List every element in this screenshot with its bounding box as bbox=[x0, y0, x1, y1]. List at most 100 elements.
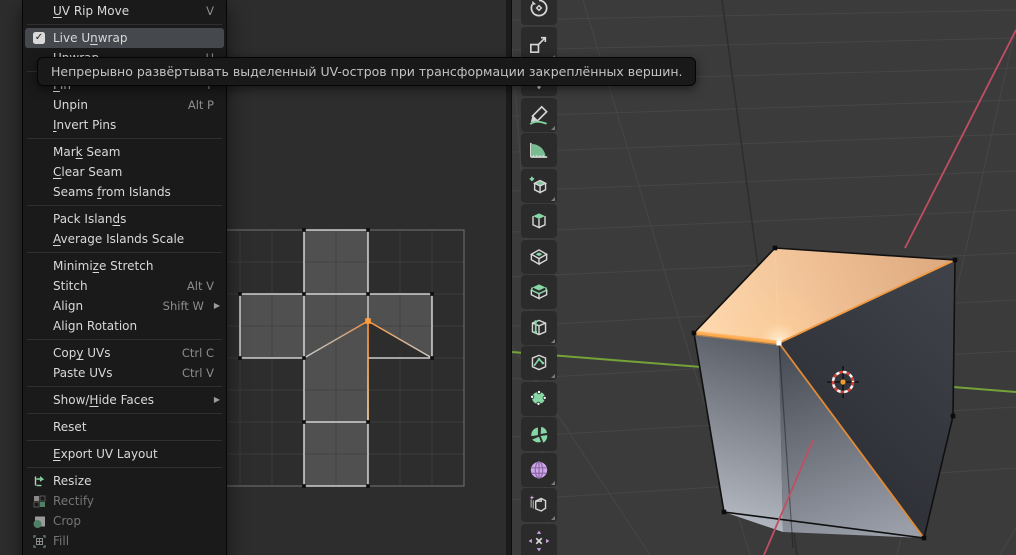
menu-item-invert-pins[interactable]: Invert Pins bbox=[25, 115, 224, 135]
blender-window: UV Rip MoveV✓Live UnwrapUnwrapUPinPUnpin… bbox=[0, 0, 1016, 555]
submenu-arrow-icon: ▶ bbox=[214, 296, 220, 316]
menu-item-label: Clear Seam bbox=[53, 162, 122, 182]
spin-icon bbox=[527, 422, 551, 446]
menu-item-label: Reset bbox=[53, 417, 87, 437]
fill-icon bbox=[32, 534, 47, 549]
tooltip-text: Непрерывно развёртывать выделенный UV-ос… bbox=[51, 64, 682, 79]
menu-item-label: Live Unwrap bbox=[53, 28, 127, 48]
inset-faces-icon bbox=[527, 245, 551, 269]
subtool-indicator bbox=[551, 126, 555, 130]
loop-cut-icon bbox=[527, 316, 551, 340]
subtool-indicator bbox=[551, 197, 555, 201]
tool-smooth-button[interactable] bbox=[521, 453, 557, 487]
menu-item-align[interactable]: AlignShift W▶ bbox=[25, 296, 224, 316]
menu-item-label: Paste UVs bbox=[53, 363, 112, 383]
add-cube-icon bbox=[527, 174, 551, 198]
menu-item-shortcut: Ctrl C bbox=[182, 343, 214, 363]
menu-item-paste-uvs[interactable]: Paste UVs Ctrl V bbox=[25, 363, 224, 383]
menu-item-label: Seams from Islands bbox=[53, 182, 171, 202]
extrude-region-icon bbox=[527, 209, 551, 233]
scale-icon bbox=[527, 32, 551, 56]
resize-icon bbox=[32, 474, 47, 489]
subtool-indicator bbox=[551, 374, 555, 378]
subtool-indicator bbox=[551, 516, 555, 520]
menu-item-label: Average Islands Scale bbox=[53, 229, 184, 249]
submenu-arrow-icon: ▶ bbox=[214, 390, 220, 410]
menu-item-item[interactable] bbox=[25, 551, 224, 555]
tool-bevel-button[interactable] bbox=[521, 275, 557, 309]
menu-item-clear-seam[interactable]: Clear Seam bbox=[25, 162, 224, 182]
menu-item-mark-seam[interactable]: Mark Seam bbox=[25, 142, 224, 162]
bevel-icon bbox=[527, 280, 551, 304]
menu-separator bbox=[27, 336, 222, 343]
crop-icon bbox=[32, 514, 47, 529]
menu-item-pack-islands[interactable]: Pack Islands bbox=[25, 209, 224, 229]
tool-inset-faces-button[interactable] bbox=[521, 240, 557, 274]
menu-item-seams-from-islands[interactable]: Seams from Islands bbox=[25, 182, 224, 202]
menu-item-copy-uvs[interactable]: Copy UVs Ctrl C bbox=[25, 343, 224, 363]
tool-loop-cut-button[interactable] bbox=[521, 311, 557, 345]
menu-item-live-unwrap[interactable]: ✓ Live Unwrap bbox=[25, 28, 224, 48]
menu-item-fill[interactable]: Fill bbox=[25, 531, 224, 551]
menu-separator bbox=[27, 202, 222, 209]
menu-item-label: Align bbox=[53, 296, 83, 316]
menu-item-export-uv-layout[interactable]: Export UV Layout bbox=[25, 444, 224, 464]
tool-spin-button[interactable] bbox=[521, 417, 557, 451]
menu-item-rectify[interactable]: Rectify bbox=[25, 491, 224, 511]
menu-item-label: Align Rotation bbox=[53, 316, 137, 336]
menu-item-label: Crop bbox=[53, 511, 81, 531]
menu-item-label: Rectify bbox=[53, 491, 94, 511]
menu-item-icon bbox=[25, 494, 53, 509]
subtool-indicator bbox=[551, 339, 555, 343]
menu-item-shortcut: Ctrl V bbox=[182, 363, 214, 383]
live-unwrap-tooltip: Непрерывно развёртывать выделенный UV-ос… bbox=[37, 57, 696, 86]
menu-item-label: Pack Islands bbox=[53, 209, 126, 229]
menu-item-resize[interactable]: Resize bbox=[25, 471, 224, 491]
menu-item-icon bbox=[25, 534, 53, 549]
cube-selected-vertex[interactable] bbox=[777, 341, 782, 346]
shrink-fatten-icon bbox=[527, 529, 551, 553]
menu-separator bbox=[27, 383, 222, 390]
menu-item-label: Unpin bbox=[53, 95, 88, 115]
menu-item-label: UV Rip Move bbox=[53, 1, 129, 21]
menu-item-shortcut: Alt V bbox=[187, 276, 214, 296]
rotate-icon bbox=[527, 0, 551, 20]
menu-item-label: Resize bbox=[53, 471, 91, 491]
edge-slide-icon bbox=[527, 493, 551, 517]
tool-scale-button[interactable] bbox=[521, 27, 557, 61]
menu-item-label: Copy UVs bbox=[53, 343, 111, 363]
menu-separator bbox=[27, 437, 222, 444]
measure-icon bbox=[527, 138, 551, 162]
tool-rotate-button[interactable] bbox=[521, 0, 557, 25]
menu-separator bbox=[27, 410, 222, 417]
menu-item-align-rotation[interactable]: Align Rotation bbox=[25, 316, 224, 336]
tool-knife-button[interactable] bbox=[521, 346, 557, 380]
tool-shrink-fatten-button[interactable] bbox=[521, 524, 557, 555]
tool-extrude-region-button[interactable] bbox=[521, 204, 557, 238]
tool-annotate-button[interactable] bbox=[521, 98, 557, 132]
menu-separator bbox=[27, 135, 222, 142]
menu-item-minimize-stretch[interactable]: Minimize Stretch bbox=[25, 256, 224, 276]
menu-item-show-hide-faces[interactable]: Show/Hide Faces▶ bbox=[25, 390, 224, 410]
tool-edge-slide-button[interactable] bbox=[521, 488, 557, 522]
menu-item-reset[interactable]: Reset bbox=[25, 417, 224, 437]
menu-item-icon bbox=[25, 514, 53, 529]
menu-item-stitch[interactable]: Stitch Alt V bbox=[25, 276, 224, 296]
menu-item-label: Stitch bbox=[53, 276, 88, 296]
menu-item-average-islands-scale[interactable]: Average Islands Scale bbox=[25, 229, 224, 249]
menu-separator bbox=[27, 464, 222, 471]
menu-item-shortcut: V bbox=[206, 1, 214, 21]
menu-item-shortcut: Alt P bbox=[188, 95, 214, 115]
tool-poly-build-button[interactable] bbox=[521, 382, 557, 416]
tool-measure-button[interactable] bbox=[521, 133, 557, 167]
tool-add-cube-button[interactable] bbox=[521, 169, 557, 203]
checkbox-checked-icon: ✓ bbox=[33, 32, 45, 44]
poly-build-icon bbox=[527, 387, 551, 411]
menu-item-unpin[interactable]: Unpin Alt P bbox=[25, 95, 224, 115]
menu-item-uv-rip-move[interactable]: UV Rip Move V bbox=[25, 1, 224, 21]
menu-item-crop[interactable]: Crop bbox=[25, 511, 224, 531]
knife-icon bbox=[527, 351, 551, 375]
menu-separator bbox=[27, 21, 222, 28]
uv-selected-vertex[interactable] bbox=[365, 318, 371, 324]
menu-item-label: Export UV Layout bbox=[53, 444, 158, 464]
